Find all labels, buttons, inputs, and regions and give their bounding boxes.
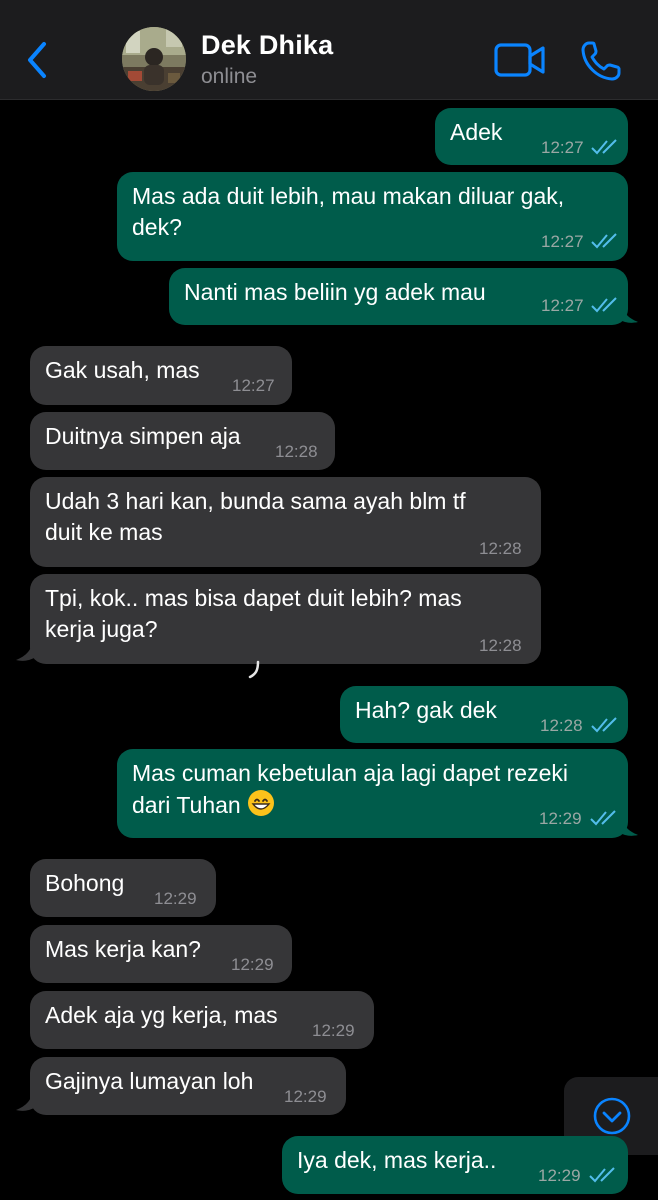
message-bubble-incoming[interactable]: Tpi, kok.. mas bisa dapet duit lebih? ma… [30, 574, 541, 664]
message-bubble-incoming[interactable]: Udah 3 hari kan, bunda sama ayah blm tf … [30, 477, 541, 567]
message-time: 12:27 [541, 232, 584, 251]
bubble-tail [16, 638, 34, 661]
message-time: 12:27 [232, 376, 275, 395]
grinning-face-icon [248, 790, 275, 816]
message-time: 12:27 [541, 296, 584, 315]
avatar-photo [122, 27, 186, 91]
bubble-tail [620, 813, 638, 836]
message-bubble-outgoing[interactable]: Adek 12:27 [435, 108, 628, 165]
message-text-line2: dek? [132, 214, 182, 240]
read-ticks-icon [591, 139, 617, 155]
read-ticks-icon [591, 233, 617, 249]
video-camera-icon [494, 43, 545, 77]
message-time: 12:29 [154, 889, 197, 908]
message-bubble-incoming[interactable]: Bohong 12:29 [30, 859, 216, 917]
message-text: Bohong [45, 870, 125, 896]
message-text: Nanti mas beliin yg adek mau [184, 279, 486, 305]
message-time: 12:28 [479, 636, 522, 655]
phone-icon [581, 41, 621, 81]
read-ticks-icon [589, 1167, 615, 1183]
message-bubble-incoming[interactable]: Adek aja yg kerja, mas 12:29 [30, 991, 374, 1049]
message-time: 12:29 [539, 809, 582, 828]
message-text: Mas cuman kebetulan aja lagi dapet rezek… [132, 760, 568, 786]
chat-screen: Dek Dhika online Adek 12:27 Mas ada duit… [0, 0, 658, 1200]
message-time: 12:28 [540, 716, 583, 735]
message-time: 12:29 [231, 955, 274, 974]
bubble-tail [16, 1088, 34, 1111]
contact-avatar[interactable] [122, 27, 186, 91]
message-bubble-incoming[interactable]: Gak usah, mas 12:27 [30, 346, 292, 405]
message-bubble-outgoing[interactable]: Nanti mas beliin yg adek mau 12:27 [169, 268, 628, 325]
message-time: 12:28 [275, 442, 318, 461]
bubble-tail [620, 300, 638, 323]
message-bubble-incoming[interactable]: Duitnya simpen aja 12:28 [30, 412, 335, 470]
read-ticks-icon [591, 717, 617, 733]
message-text: Mas kerja kan? [45, 936, 201, 962]
message-time: 12:29 [312, 1021, 355, 1040]
message-bubble-incoming[interactable]: Mas kerja kan? 12:29 [30, 925, 292, 983]
message-text-line2-content: dari Tuhan [132, 792, 241, 818]
voice-call-button[interactable] [580, 40, 624, 82]
message-text: Gak usah, mas [45, 357, 200, 383]
message-time: 12:27 [541, 138, 584, 157]
contact-name[interactable]: Dek Dhika [201, 30, 333, 61]
message-text: Tpi, kok.. mas bisa dapet duit lebih? ma… [45, 585, 462, 611]
message-text: Gajinya lumayan loh [45, 1068, 254, 1094]
chat-header: Dek Dhika online [0, 0, 658, 100]
message-text: Adek [450, 119, 503, 145]
read-ticks-icon [591, 297, 617, 313]
message-bubble-outgoing[interactable]: Iya dek, mas kerja.. 12:29 [282, 1136, 628, 1194]
message-bubble-outgoing[interactable]: Mas cuman kebetulan aja lagi dapet rezek… [117, 749, 628, 838]
message-time: 12:29 [284, 1087, 327, 1106]
message-bubble-incoming[interactable]: Gajinya lumayan loh 12:29 [30, 1057, 346, 1115]
message-text: Mas ada duit lebih, mau makan diluar gak… [132, 183, 565, 209]
message-text: Adek aja yg kerja, mas [45, 1002, 278, 1028]
chevron-left-icon [28, 42, 46, 78]
message-text-line2: dari Tuhan [132, 789, 275, 821]
message-bubble-outgoing[interactable]: Mas ada duit lebih, mau makan diluar gak… [117, 172, 628, 261]
message-text: Hah? gak dek [355, 697, 497, 723]
read-ticks-icon [590, 810, 616, 826]
message-time: 12:28 [479, 539, 522, 558]
message-bubble-outgoing[interactable]: Hah? gak dek 12:28 [340, 686, 628, 743]
message-text-line2: kerja juga? [45, 616, 158, 642]
message-text: Duitnya simpen aja [45, 423, 241, 449]
back-button[interactable] [22, 38, 54, 82]
message-text: Iya dek, mas kerja.. [297, 1147, 497, 1173]
message-text: Udah 3 hari kan, bunda sama ayah blm tf [45, 488, 466, 514]
video-call-button[interactable] [494, 42, 546, 78]
message-time: 12:29 [538, 1166, 581, 1185]
message-text-line2: duit ke mas [45, 519, 163, 545]
contact-status: online [201, 65, 258, 88]
chevron-down-circle-icon [593, 1097, 631, 1135]
stray-mark [248, 660, 260, 679]
